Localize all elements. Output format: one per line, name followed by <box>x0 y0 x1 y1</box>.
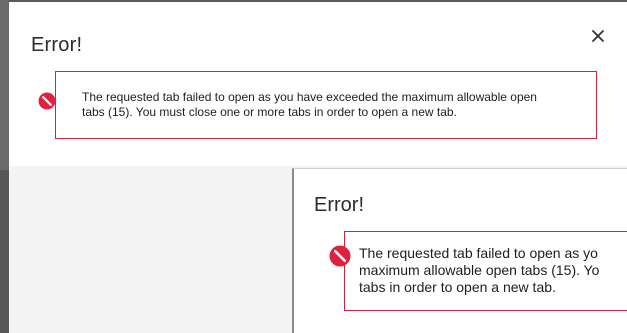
modal-title-zoomed: Error! <box>314 194 364 216</box>
error-message-zoomed: The requested tab failed to open as yo m… <box>359 245 627 296</box>
error-icon <box>38 92 56 110</box>
window-edge-lower <box>0 170 9 333</box>
error-message-line-1: The requested tab failed to open as you … <box>82 90 537 104</box>
close-icon[interactable] <box>589 27 607 45</box>
error-icon-zoomed <box>329 245 351 267</box>
error-message-zoomed-line-2: maximum allowable open tabs (15). Yo <box>359 262 600 278</box>
screenshot-stage: Error! The requested tab failed to open … <box>0 0 627 333</box>
error-message-zoomed-line-3: tabs in order to open a new tab. <box>359 279 556 295</box>
error-alert-box-zoomed: The requested tab failed to open as yo m… <box>344 231 627 311</box>
error-message-zoomed-line-1: The requested tab failed to open as yo <box>359 245 598 261</box>
error-message: The requested tab failed to open as you … <box>82 90 582 120</box>
modal-title: Error! <box>31 34 83 56</box>
error-alert-box: The requested tab failed to open as you … <box>55 71 597 139</box>
error-modal: Error! The requested tab failed to open … <box>9 0 627 166</box>
error-message-line-2: tabs (15). You must close one or more ta… <box>82 105 457 119</box>
